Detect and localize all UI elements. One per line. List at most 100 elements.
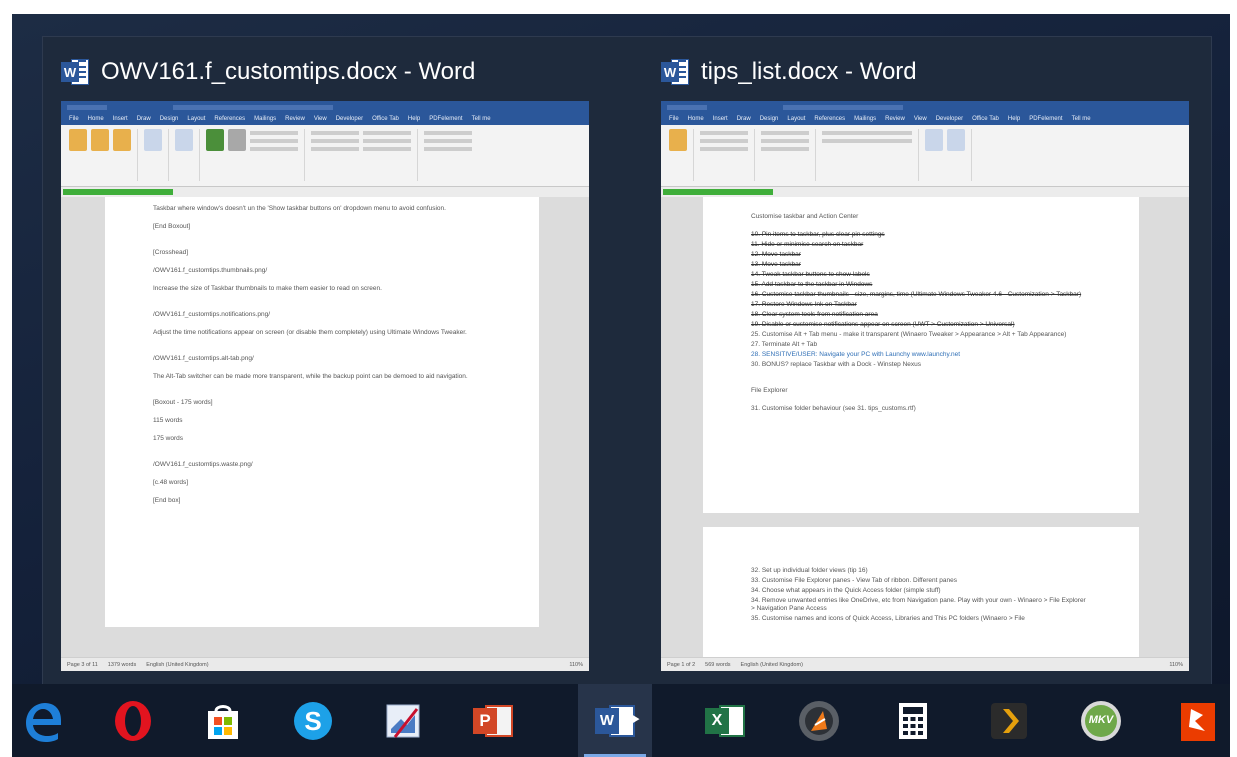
list-item: 30. BONUS? replace Taskbar with a Dock -…	[751, 361, 922, 368]
doc-text: /OWV161.f_customtips.notifications.png/	[153, 311, 271, 318]
taskbar-mkv-button[interactable]: MKV	[1064, 684, 1138, 757]
doc-text: 115 words	[153, 417, 183, 424]
plex-icon	[991, 702, 1027, 739]
list-item: 31. Customise folder behaviour (see 31. …	[751, 405, 916, 412]
ribbon-tab[interactable]: Office Tab	[972, 116, 999, 122]
list-item: 32. Set up individual folder views (tip …	[751, 567, 868, 574]
ribbon-tab[interactable]: Design	[160, 116, 179, 122]
doc-text: /OWV161.f_customtips.waste.png/	[153, 461, 253, 468]
ribbon-tab[interactable]: Review	[285, 116, 305, 122]
taskbar-excel-button[interactable]: X	[688, 684, 762, 757]
status-bar: Page 1 of 2 569 words English (United Ki…	[661, 657, 1189, 671]
taskbar-office-app-button[interactable]	[1160, 684, 1230, 757]
taskbar-media-app-button[interactable]	[782, 684, 856, 757]
doc-text: The Alt-Tab switcher can be made more tr…	[153, 373, 468, 380]
taskbar-calculator-button[interactable]	[876, 684, 950, 757]
thumbnail-title-bar: W OWV161.f_customtips.docx - Word	[61, 55, 601, 89]
zoom-level: 110%	[569, 661, 583, 668]
doc-text: 175 words	[153, 435, 183, 442]
ribbon-tab[interactable]: PDFelement	[1029, 116, 1062, 122]
list-item: 35. Customise names and icons of Quick A…	[751, 615, 1025, 622]
list-item: 34. Remove unwanted entries like OneDriv…	[751, 597, 1086, 612]
desktop: W OWV161.f_customtips.docx - Word File H…	[12, 14, 1230, 757]
document-page: Taskbar where window's doesn't un the 'S…	[105, 197, 539, 627]
ribbon-tab[interactable]: PDFelement	[429, 116, 462, 122]
navigation-bar	[661, 187, 1189, 197]
list-item: 10. Pin items to taskbar, plus clear pin…	[751, 231, 885, 238]
page-count: Page 3 of 11	[67, 661, 98, 668]
calculator-icon	[899, 702, 927, 739]
list-item: 16. Customise taskbar thumbnails - size,…	[751, 291, 1082, 298]
ribbon-tab[interactable]: Home	[88, 116, 104, 122]
ribbon-tab[interactable]: Help	[1008, 116, 1020, 122]
document-preview: File Home Insert Draw Design Layout Refe…	[661, 101, 1189, 671]
ribbon	[61, 125, 589, 187]
ribbon-tab[interactable]: View	[914, 116, 927, 122]
ribbon-tab[interactable]: File	[669, 116, 679, 122]
excel-icon: X	[703, 699, 747, 743]
ribbon	[661, 125, 1189, 187]
powerpoint-icon: P	[471, 699, 515, 743]
ribbon-tab[interactable]: References	[814, 116, 845, 122]
ribbon-tab[interactable]: Tell me	[1072, 116, 1091, 122]
ribbon-tab[interactable]: Layout	[787, 116, 805, 122]
ribbon-tabs: File Home Insert Draw Design Layout Refe…	[661, 113, 1189, 125]
taskbar-thumbnail-group: W OWV161.f_customtips.docx - Word File H…	[42, 36, 1212, 688]
language: English (United Kingdom)	[740, 661, 803, 668]
document-canvas: Taskbar where window's doesn't un the 'S…	[61, 197, 589, 657]
ribbon-tab[interactable]: Insert	[113, 116, 128, 122]
ribbon-tab[interactable]: Help	[408, 116, 420, 122]
opera-icon	[115, 700, 151, 741]
taskbar-skype-button[interactable]: S	[276, 684, 350, 757]
taskbar-store-button[interactable]	[186, 684, 260, 757]
list-item: 27. Terminate Alt + Tab	[751, 341, 818, 348]
document-canvas: Customise taskbar and Action Center 10. …	[661, 197, 1189, 657]
doc-text: [c.48 words]	[153, 479, 189, 486]
ribbon-tab[interactable]: References	[214, 116, 245, 122]
taskbar-opera-button[interactable]	[96, 684, 170, 757]
thumbnail-title-bar: W tips_list.docx - Word	[661, 55, 1201, 89]
list-item: 18. Clear system tools from notification…	[751, 311, 878, 318]
language: English (United Kingdom)	[146, 661, 209, 668]
window-thumbnail-customtips[interactable]: W OWV161.f_customtips.docx - Word File H…	[61, 37, 601, 689]
list-item: 11. Hide or minimise search on taskbar	[751, 241, 864, 248]
taskbar-paint-button[interactable]	[366, 684, 440, 757]
list-item: 13. Move taskbar	[751, 261, 801, 268]
document-page: 32. Set up individual folder views (tip …	[703, 527, 1139, 657]
taskbar-plex-button[interactable]	[972, 684, 1046, 757]
page-count: Page 1 of 2	[667, 661, 696, 668]
ribbon-tab[interactable]: Design	[760, 116, 779, 122]
word-titlebar	[661, 101, 1189, 113]
window-title: tips_list.docx - Word	[701, 58, 917, 85]
word-icon: W	[661, 57, 689, 87]
doc-text: /OWV161.f_customtips.thumbnails.png/	[153, 267, 268, 274]
list-item: 25. Customise Alt + Tab menu - make it t…	[751, 331, 1067, 338]
taskbar-powerpoint-button[interactable]: P	[456, 684, 530, 757]
ribbon-tab[interactable]: Mailings	[854, 116, 876, 122]
ribbon-tab[interactable]: Layout	[187, 116, 205, 122]
word-count: 1379 words	[107, 661, 137, 668]
ribbon-tab[interactable]: Mailings	[254, 116, 276, 122]
ribbon-tab[interactable]: View	[314, 116, 327, 122]
ribbon-tab[interactable]: Draw	[137, 116, 151, 122]
list-item: 12. Move taskbar	[751, 251, 801, 258]
ribbon-tab[interactable]: Developer	[336, 116, 363, 122]
doc-text: Taskbar where window's doesn't un the 'S…	[153, 205, 446, 212]
skype-icon: S	[294, 701, 332, 740]
doc-text: [End Boxout]	[153, 223, 191, 230]
mkv-icon: MKV	[1079, 699, 1123, 743]
window-title: OWV161.f_customtips.docx - Word	[101, 58, 476, 85]
taskbar-edge-button[interactable]	[12, 684, 80, 757]
ribbon-tab[interactable]: Draw	[737, 116, 751, 122]
ribbon-tab[interactable]: Insert	[713, 116, 728, 122]
ribbon-tab[interactable]: Developer	[936, 116, 963, 122]
ribbon-tab[interactable]: Review	[885, 116, 905, 122]
window-thumbnail-tips-list[interactable]: W tips_list.docx - Word File Home Insert…	[661, 37, 1201, 689]
ribbon-tab[interactable]: Home	[688, 116, 704, 122]
ribbon-tab[interactable]: Office Tab	[372, 116, 399, 122]
document-preview: File Home Insert Draw Design Layout Refe…	[61, 101, 589, 671]
doc-heading: Customise taskbar and Action Center	[751, 213, 859, 220]
ribbon-tab[interactable]: File	[69, 116, 79, 122]
ribbon-tab[interactable]: Tell me	[472, 116, 491, 122]
navigation-bar	[61, 187, 589, 197]
